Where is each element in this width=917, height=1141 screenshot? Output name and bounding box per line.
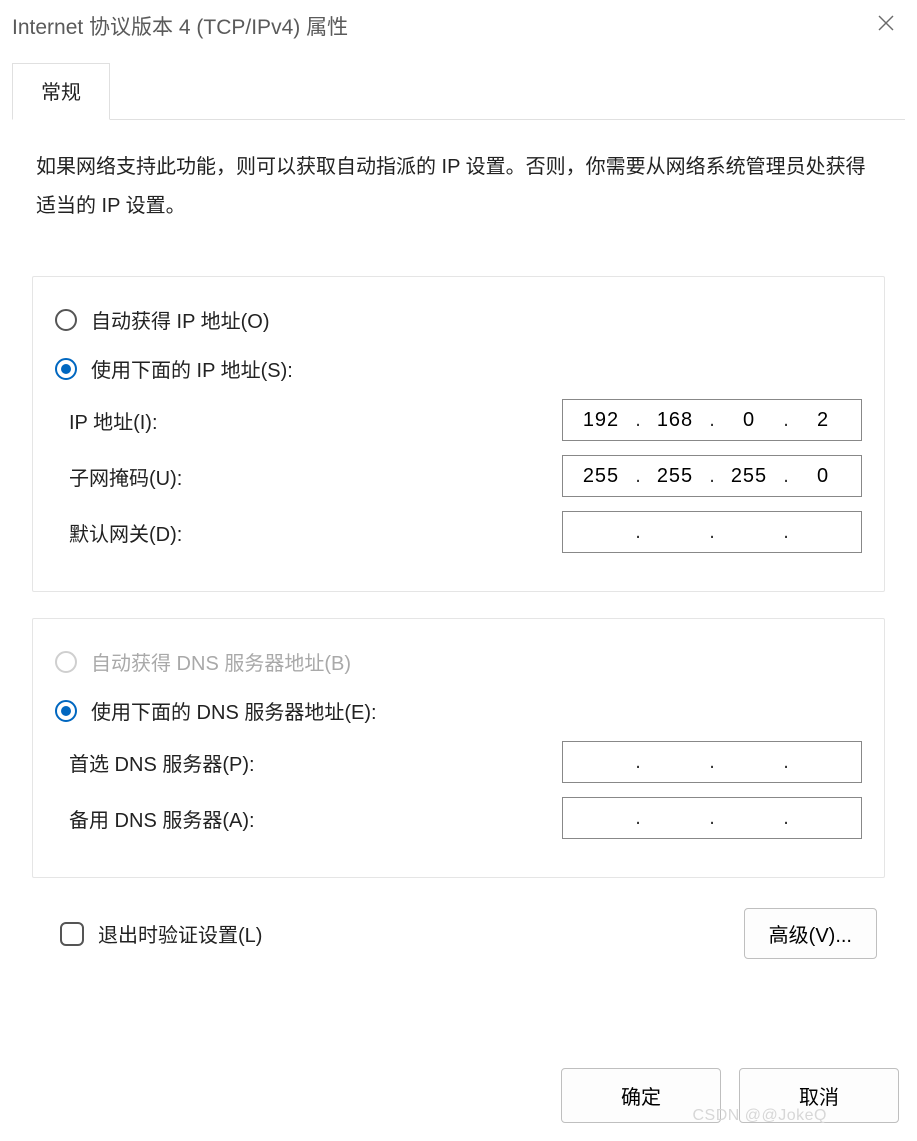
dns-group: 自动获得 DNS 服务器地址(B) 使用下面的 DNS 服务器地址(E): 首选… bbox=[32, 618, 885, 878]
checkbox-icon bbox=[60, 922, 84, 946]
dialog-body: 常规 如果网络支持此功能，则可以获取自动指派的 IP 设置。否则，你需要从网络系… bbox=[0, 52, 917, 969]
ip-address-input[interactable]: 192. 168. 0. 2 bbox=[562, 399, 862, 441]
radio-icon bbox=[55, 358, 77, 380]
intro-text: 如果网络支持此功能，则可以获取自动指派的 IP 设置。否则，你需要从网络系统管理… bbox=[32, 148, 885, 226]
window-title: Internet 协议版本 4 (TCP/IPv4) 属性 bbox=[12, 11, 348, 41]
dns-fields: 首选 DNS 服务器(P): . . . 备用 DNS 服务器(A): . . … bbox=[69, 741, 862, 839]
footer-buttons: 确定 取消 bbox=[561, 1068, 899, 1123]
field-ip-address: IP 地址(I): 192. 168. 0. 2 bbox=[69, 399, 862, 441]
radio-icon bbox=[55, 700, 77, 722]
preferred-dns-label: 首选 DNS 服务器(P): bbox=[69, 748, 255, 777]
ok-button[interactable]: 确定 bbox=[561, 1068, 721, 1123]
mask-oct-2[interactable]: 255 bbox=[643, 465, 707, 488]
close-icon[interactable] bbox=[871, 14, 901, 38]
radio-icon bbox=[55, 651, 77, 673]
ip-oct-4[interactable]: 2 bbox=[791, 409, 855, 432]
tabpanel-general: 如果网络支持此功能，则可以获取自动指派的 IP 设置。否则，你需要从网络系统管理… bbox=[12, 120, 905, 969]
mask-oct-1[interactable]: 255 bbox=[569, 465, 633, 488]
default-gateway-input[interactable]: . . . bbox=[562, 511, 862, 553]
subnet-mask-input[interactable]: 255. 255. 255. 0 bbox=[562, 455, 862, 497]
radio-manual-dns[interactable]: 使用下面的 DNS 服务器地址(E): bbox=[55, 696, 862, 725]
mask-oct-4[interactable]: 0 bbox=[791, 465, 855, 488]
tab-general[interactable]: 常规 bbox=[12, 63, 110, 120]
field-subnet-mask: 子网掩码(U): 255. 255. 255. 0 bbox=[69, 455, 862, 497]
cancel-button[interactable]: 取消 bbox=[739, 1068, 899, 1123]
mask-oct-3[interactable]: 255 bbox=[717, 465, 781, 488]
radio-auto-ip-label: 自动获得 IP 地址(O) bbox=[91, 305, 270, 334]
radio-icon bbox=[55, 309, 77, 331]
tabstrip: 常规 bbox=[12, 62, 905, 120]
validate-label: 退出时验证设置(L) bbox=[98, 919, 262, 948]
ip-fields: IP 地址(I): 192. 168. 0. 2 子网掩码(U): 255. 2… bbox=[69, 399, 862, 553]
alternate-dns-label: 备用 DNS 服务器(A): bbox=[69, 804, 255, 833]
radio-manual-dns-label: 使用下面的 DNS 服务器地址(E): bbox=[91, 696, 377, 725]
advanced-button[interactable]: 高级(V)... bbox=[744, 908, 877, 959]
field-alternate-dns: 备用 DNS 服务器(A): . . . bbox=[69, 797, 862, 839]
field-default-gateway: 默认网关(D): . . . bbox=[69, 511, 862, 553]
ip-oct-2[interactable]: 168 bbox=[643, 409, 707, 432]
radio-auto-dns-label: 自动获得 DNS 服务器地址(B) bbox=[91, 647, 351, 676]
preferred-dns-input[interactable]: . . . bbox=[562, 741, 862, 783]
field-preferred-dns: 首选 DNS 服务器(P): . . . bbox=[69, 741, 862, 783]
ip-address-label: IP 地址(I): bbox=[69, 406, 158, 435]
titlebar: Internet 协议版本 4 (TCP/IPv4) 属性 bbox=[0, 0, 917, 52]
radio-auto-ip[interactable]: 自动获得 IP 地址(O) bbox=[55, 305, 862, 334]
alternate-dns-input[interactable]: . . . bbox=[562, 797, 862, 839]
radio-manual-ip[interactable]: 使用下面的 IP 地址(S): bbox=[55, 354, 862, 383]
subnet-mask-label: 子网掩码(U): bbox=[69, 462, 182, 491]
validate-on-exit[interactable]: 退出时验证设置(L) bbox=[60, 919, 262, 948]
default-gateway-label: 默认网关(D): bbox=[69, 518, 182, 547]
ip-oct-3[interactable]: 0 bbox=[717, 409, 781, 432]
radio-manual-ip-label: 使用下面的 IP 地址(S): bbox=[91, 354, 293, 383]
ip-address-group: 自动获得 IP 地址(O) 使用下面的 IP 地址(S): IP 地址(I): … bbox=[32, 276, 885, 592]
radio-auto-dns: 自动获得 DNS 服务器地址(B) bbox=[55, 647, 862, 676]
bottom-row: 退出时验证设置(L) 高级(V)... bbox=[32, 878, 885, 959]
ip-oct-1[interactable]: 192 bbox=[569, 409, 633, 432]
